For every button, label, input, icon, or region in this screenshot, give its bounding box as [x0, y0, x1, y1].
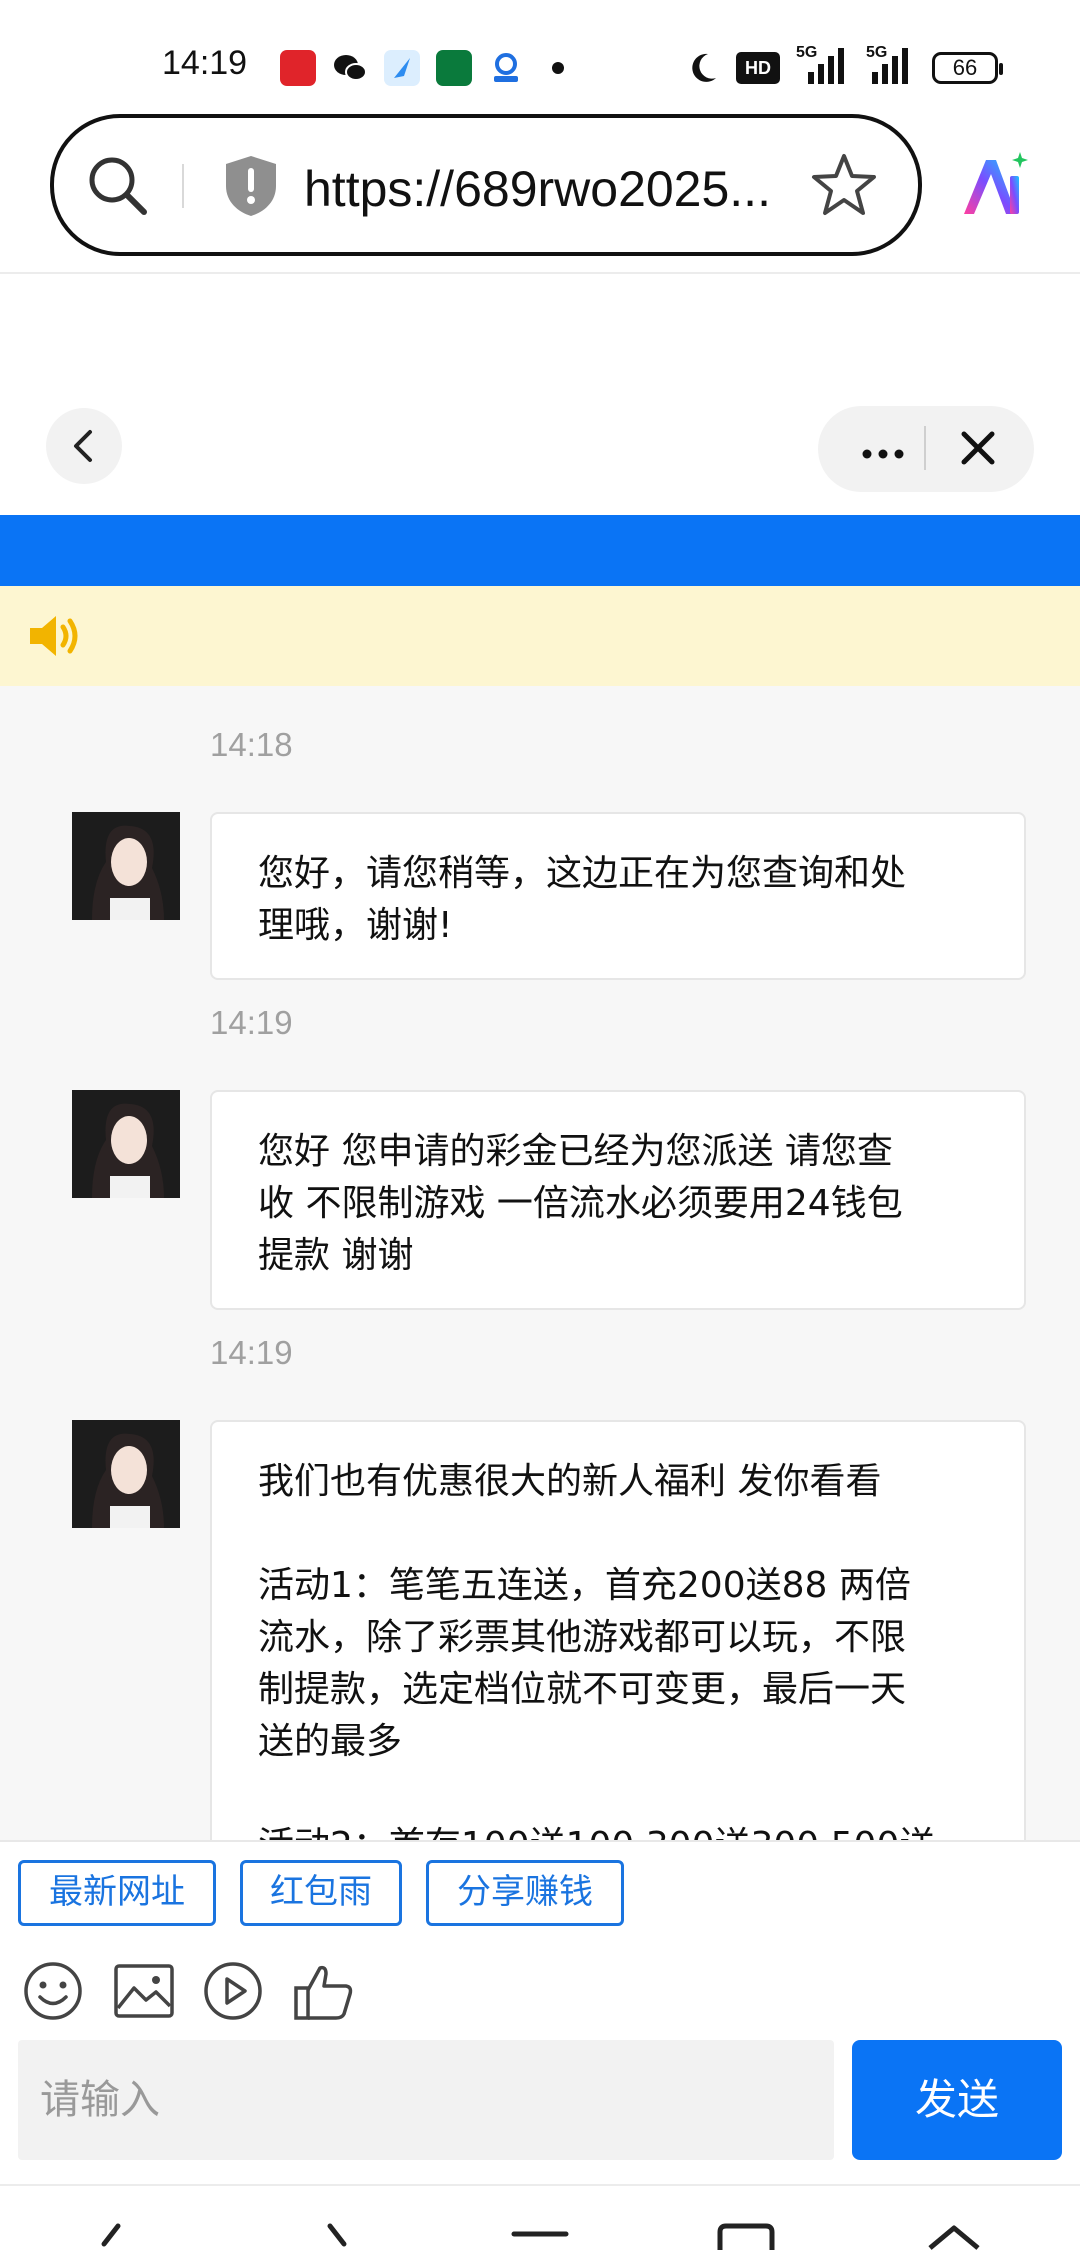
browser-app-icon	[488, 50, 524, 86]
network-label-2: 5G	[866, 44, 888, 61]
message-bubble: 您好，请您稍等，这边正在为您查询和处 理哦，谢谢!	[210, 812, 1026, 980]
status-bar: 14:19 HD 5G 5G 66	[0, 0, 1080, 110]
message-input[interactable]	[18, 2040, 834, 2160]
message-time: 14:19	[210, 1004, 293, 1041]
image-icon[interactable]	[112, 1960, 176, 2026]
nav-back-icon[interactable]	[90, 2222, 130, 2250]
capsule-divider	[924, 426, 926, 470]
avatar[interactable]	[72, 812, 180, 920]
title-bar	[0, 515, 1080, 586]
message-bubble: 您好 您申请的彩金已经为您派送 请您查 收 不限制游戏 一倍流水必须要用24钱包…	[210, 1090, 1026, 1310]
message-input-field[interactable]	[18, 2040, 834, 2160]
message-bubble: 我们也有优惠很大的新人福利 发你看看 活动1：笔笔五连送，首充200送88 两倍…	[210, 1420, 1026, 1840]
feather-app-icon	[384, 50, 420, 86]
shield-warning-icon[interactable]	[222, 154, 280, 222]
close-icon	[961, 431, 995, 465]
address-bar[interactable]: https://689rwo2025...	[50, 114, 922, 256]
network-label-1: 5G	[796, 44, 818, 61]
nav-forward-icon[interactable]	[318, 2222, 358, 2250]
star-bookmark-icon[interactable]	[810, 152, 878, 222]
wechat-icon	[332, 50, 368, 86]
chat-area[interactable]: 14:18 您好，请您稍等，这边正在为您查询和处 理哦，谢谢! 14:19 您好…	[0, 686, 1080, 1840]
nav-home-icon[interactable]	[924, 2222, 984, 2250]
share-earn-button[interactable]: 分享赚钱	[426, 1860, 624, 1926]
message-time: 14:18	[210, 726, 293, 763]
more-options-button[interactable]	[862, 444, 904, 463]
chat-input-panel: 最新网址 红包雨 分享赚钱 发送	[0, 1840, 1080, 2250]
message-time: 14:19	[210, 1334, 293, 1371]
speaker-icon	[26, 610, 82, 666]
video-play-icon[interactable]	[202, 1960, 264, 2026]
latest-url-button[interactable]: 最新网址	[18, 1860, 216, 1926]
url-divider	[182, 164, 184, 208]
search-icon[interactable]	[86, 154, 150, 222]
hd-icon: HD	[736, 52, 780, 84]
red-packet-rain-button[interactable]: 红包雨	[240, 1860, 402, 1926]
oppo-app-icon	[436, 50, 472, 86]
ai-assistant-icon[interactable]	[958, 150, 1032, 224]
status-time: 14:19	[162, 44, 248, 82]
browser-separator	[0, 272, 1080, 274]
pinduoduo-app-icon	[280, 50, 316, 86]
nav-menu-icon[interactable]	[510, 2222, 570, 2250]
send-button[interactable]: 发送	[852, 2040, 1062, 2160]
nav-tabs-icon[interactable]	[716, 2222, 776, 2250]
miniapp-capsule	[818, 406, 1034, 492]
avatar[interactable]	[72, 1420, 180, 1528]
notification-dot	[552, 62, 564, 74]
system-nav-separator	[0, 2184, 1080, 2186]
chevron-left-icon	[74, 430, 92, 462]
screen: 14:19 HD 5G 5G 66 https://689rwo2025... …	[0, 0, 1080, 2250]
close-button[interactable]	[958, 428, 998, 472]
avatar[interactable]	[72, 1090, 180, 1198]
moon-icon	[686, 50, 720, 90]
battery-indicator: 66	[932, 52, 1003, 84]
thumbs-up-icon[interactable]	[292, 1960, 356, 2026]
emoji-icon[interactable]	[22, 1960, 84, 2026]
url-text[interactable]: https://689rwo2025...	[304, 160, 771, 218]
notice-bar	[0, 586, 1080, 686]
ellipsis-icon	[862, 449, 904, 459]
back-button[interactable]	[46, 408, 122, 484]
